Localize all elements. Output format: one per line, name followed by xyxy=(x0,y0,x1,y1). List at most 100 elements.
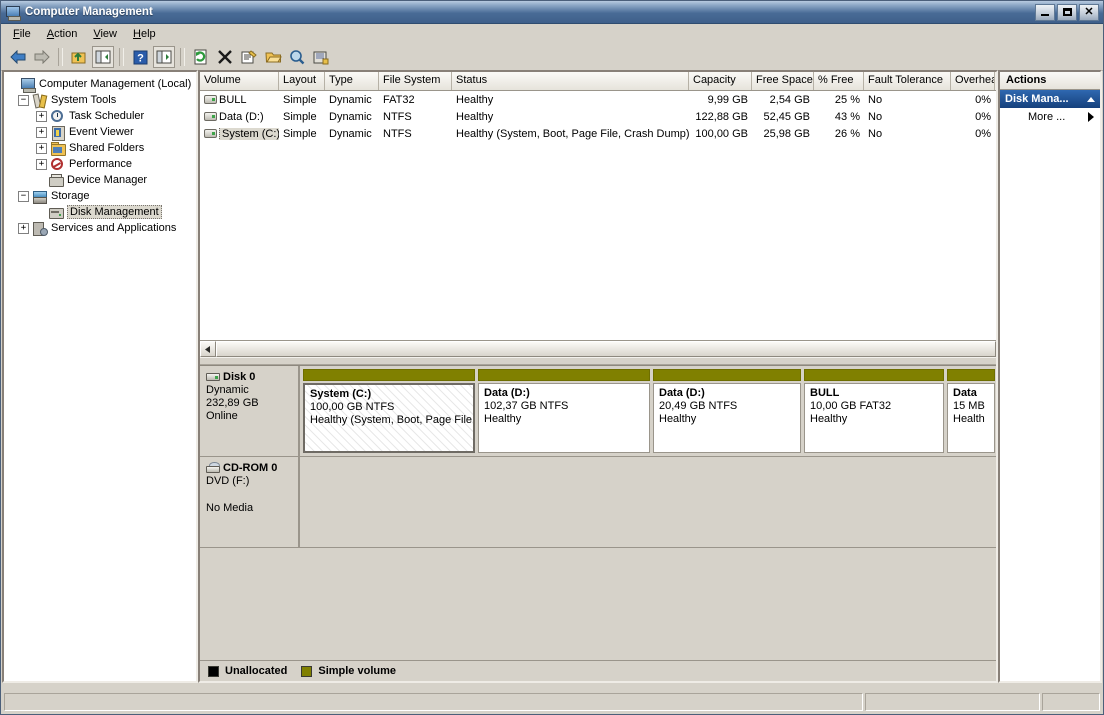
disk-info-disk0[interactable]: Disk 0 Dynamic 232,89 GB Online xyxy=(200,366,300,456)
partition-strip: System (C:) 100,00 GB NTFS Healthy (Syst… xyxy=(300,366,996,456)
disk-row-cdrom0[interactable]: CD-ROM 0 DVD (F:) No Media xyxy=(200,457,996,548)
actions-more-label: More ... xyxy=(1028,111,1066,123)
partition-name: System (C:) xyxy=(310,388,372,400)
actions-group-disk-management[interactable]: Disk Mana... xyxy=(1000,90,1100,108)
scroll-left-button[interactable] xyxy=(200,341,216,357)
tree-expander-expand[interactable]: + xyxy=(36,158,47,170)
tree-node-label: Task Scheduler xyxy=(69,110,145,122)
tree-node-label: Device Manager xyxy=(67,174,148,186)
partition-body[interactable]: BULL 10,00 GB FAT32 Healthy xyxy=(804,383,944,453)
disk-size: 232,89 GB xyxy=(206,397,259,409)
partition-data-clipped[interactable]: Data 15 MB Health xyxy=(947,369,995,453)
rescan-disks-icon[interactable] xyxy=(310,46,332,68)
tree-node-label: Storage xyxy=(51,190,90,202)
column-header-type[interactable]: Type xyxy=(325,72,379,90)
partition-body-selected[interactable]: System (C:) 100,00 GB NTFS Healthy (Syst… xyxy=(303,383,475,453)
partition-name: Data (D:) xyxy=(484,387,530,399)
scrollbar-track[interactable] xyxy=(216,341,996,357)
tree-node-services-and-applications[interactable]: + Services and Applications xyxy=(4,220,196,236)
menu-file[interactable]: FFileile xyxy=(5,26,39,42)
tree-node-task-scheduler[interactable]: + Task Scheduler xyxy=(4,108,196,124)
show-hide-action-pane-icon[interactable] xyxy=(153,46,175,68)
help-icon[interactable]: ? xyxy=(129,46,151,68)
tree-node-label: Performance xyxy=(69,158,132,170)
volume-list[interactable]: Volume Layout Type File System Status Ca… xyxy=(200,72,996,357)
console-tree[interactable]: Computer Management (Local) − System Too… xyxy=(2,70,198,683)
volume-icon xyxy=(204,111,217,121)
tree-node-system-tools[interactable]: − System Tools xyxy=(4,92,196,108)
sidebar-item-disk-management[interactable]: Disk Management xyxy=(4,204,196,220)
computer-icon xyxy=(5,5,21,21)
status-pane-tertiary xyxy=(1042,693,1100,711)
tree-expander-collapse[interactable]: − xyxy=(18,190,29,202)
maximize-button[interactable] xyxy=(1057,3,1077,21)
column-header-percent-free[interactable]: % Free xyxy=(814,72,864,90)
minimize-button[interactable] xyxy=(1035,3,1055,21)
column-header-file-system[interactable]: File System xyxy=(379,72,452,90)
tree-node-storage[interactable]: − Storage xyxy=(4,188,196,204)
cell-volume-text: BULL xyxy=(219,93,247,106)
column-header-free-space[interactable]: Free Space xyxy=(752,72,814,90)
scrollbar-thumb[interactable] xyxy=(216,341,996,357)
table-row[interactable]: BULL Simple Dynamic FAT32 Healthy 9,99 G… xyxy=(200,91,996,108)
partition-system-c[interactable]: System (C:) 100,00 GB NTFS Healthy (Syst… xyxy=(303,369,475,453)
disk-row-disk0[interactable]: Disk 0 Dynamic 232,89 GB Online System (… xyxy=(200,366,996,457)
tree-node-performance[interactable]: + Performance xyxy=(4,156,196,172)
table-row[interactable]: Data (D:) Simple Dynamic NTFS Healthy 12… xyxy=(200,108,996,125)
partition-data-d-2[interactable]: Data (D:) 20,49 GB NTFS Healthy xyxy=(653,369,801,453)
volume-icon xyxy=(204,94,217,104)
partition-body[interactable]: Data (D:) 102,37 GB NTFS Healthy xyxy=(478,383,650,453)
disk-info-cdrom0[interactable]: CD-ROM 0 DVD (F:) No Media xyxy=(200,457,300,547)
caret-right-icon[interactable] xyxy=(1088,112,1094,122)
volume-list-horizontal-scrollbar[interactable] xyxy=(200,340,996,357)
tree-node-device-manager[interactable]: Device Manager xyxy=(4,172,196,188)
up-one-level-icon[interactable] xyxy=(68,46,90,68)
toolbar-separator xyxy=(180,48,185,66)
menu-action[interactable]: Action xyxy=(39,26,86,42)
tree-expander-expand[interactable]: + xyxy=(36,126,47,138)
cell-free-space: 52,45 GB xyxy=(763,110,810,123)
pane-splitter[interactable] xyxy=(200,357,996,365)
column-header-capacity[interactable]: Capacity xyxy=(689,72,752,90)
partition-bull[interactable]: BULL 10,00 GB FAT32 Healthy xyxy=(804,369,944,453)
partition-size-fs: 10,00 GB FAT32 xyxy=(810,400,892,412)
status-pane-secondary xyxy=(865,693,1040,711)
tree-expander-collapse[interactable]: − xyxy=(18,94,29,106)
partition-data-d-1[interactable]: Data (D:) 102,37 GB NTFS Healthy xyxy=(478,369,650,453)
table-row-selected[interactable]: System (C:) Simple Dynamic NTFS Healthy … xyxy=(200,125,996,142)
close-button[interactable]: ✕ xyxy=(1079,3,1099,21)
refresh-icon[interactable] xyxy=(190,46,212,68)
actions-more-item[interactable]: More ... xyxy=(1000,108,1100,126)
column-header-layout[interactable]: Layout xyxy=(279,72,325,90)
tree-node-event-viewer[interactable]: + Event Viewer xyxy=(4,124,196,141)
partition-body[interactable]: Data 15 MB Health xyxy=(947,383,995,453)
status-bar xyxy=(2,691,1102,713)
menu-view[interactable]: View xyxy=(85,26,125,42)
column-header-volume[interactable]: Volume xyxy=(200,72,279,90)
open-folder-icon[interactable] xyxy=(262,46,284,68)
tree-node-computer-management[interactable]: Computer Management (Local) xyxy=(4,76,196,93)
shared-folder-icon xyxy=(50,141,66,156)
menu-help[interactable]: Help xyxy=(125,26,164,42)
tree-expander-expand[interactable]: + xyxy=(36,142,47,154)
partition-status: Healthy xyxy=(484,413,522,425)
cell-file-system: NTFS xyxy=(383,127,412,140)
properties-icon[interactable] xyxy=(238,46,260,68)
partition-size-fs: 102,37 GB NTFS xyxy=(484,400,569,412)
show-hide-console-tree-icon[interactable] xyxy=(92,46,114,68)
back-icon[interactable] xyxy=(7,46,29,68)
column-header-overhead[interactable]: Overhea xyxy=(951,72,995,90)
tree-expander-expand[interactable]: + xyxy=(18,222,29,234)
tree-expander-expand[interactable]: + xyxy=(36,110,47,122)
caret-up-icon[interactable] xyxy=(1087,96,1095,102)
disk-state: Online xyxy=(206,410,238,422)
forward-icon[interactable] xyxy=(31,46,53,68)
delete-icon[interactable] xyxy=(214,46,236,68)
partition-body[interactable]: Data (D:) 20,49 GB NTFS Healthy xyxy=(653,383,801,453)
cell-volume: Data (D:) xyxy=(200,111,279,123)
column-header-status[interactable]: Status xyxy=(452,72,689,90)
svg-text:?: ? xyxy=(137,52,144,64)
tree-node-shared-folders[interactable]: + Shared Folders xyxy=(4,140,196,156)
search-icon[interactable] xyxy=(286,46,308,68)
column-header-fault-tolerance[interactable]: Fault Tolerance xyxy=(864,72,951,90)
